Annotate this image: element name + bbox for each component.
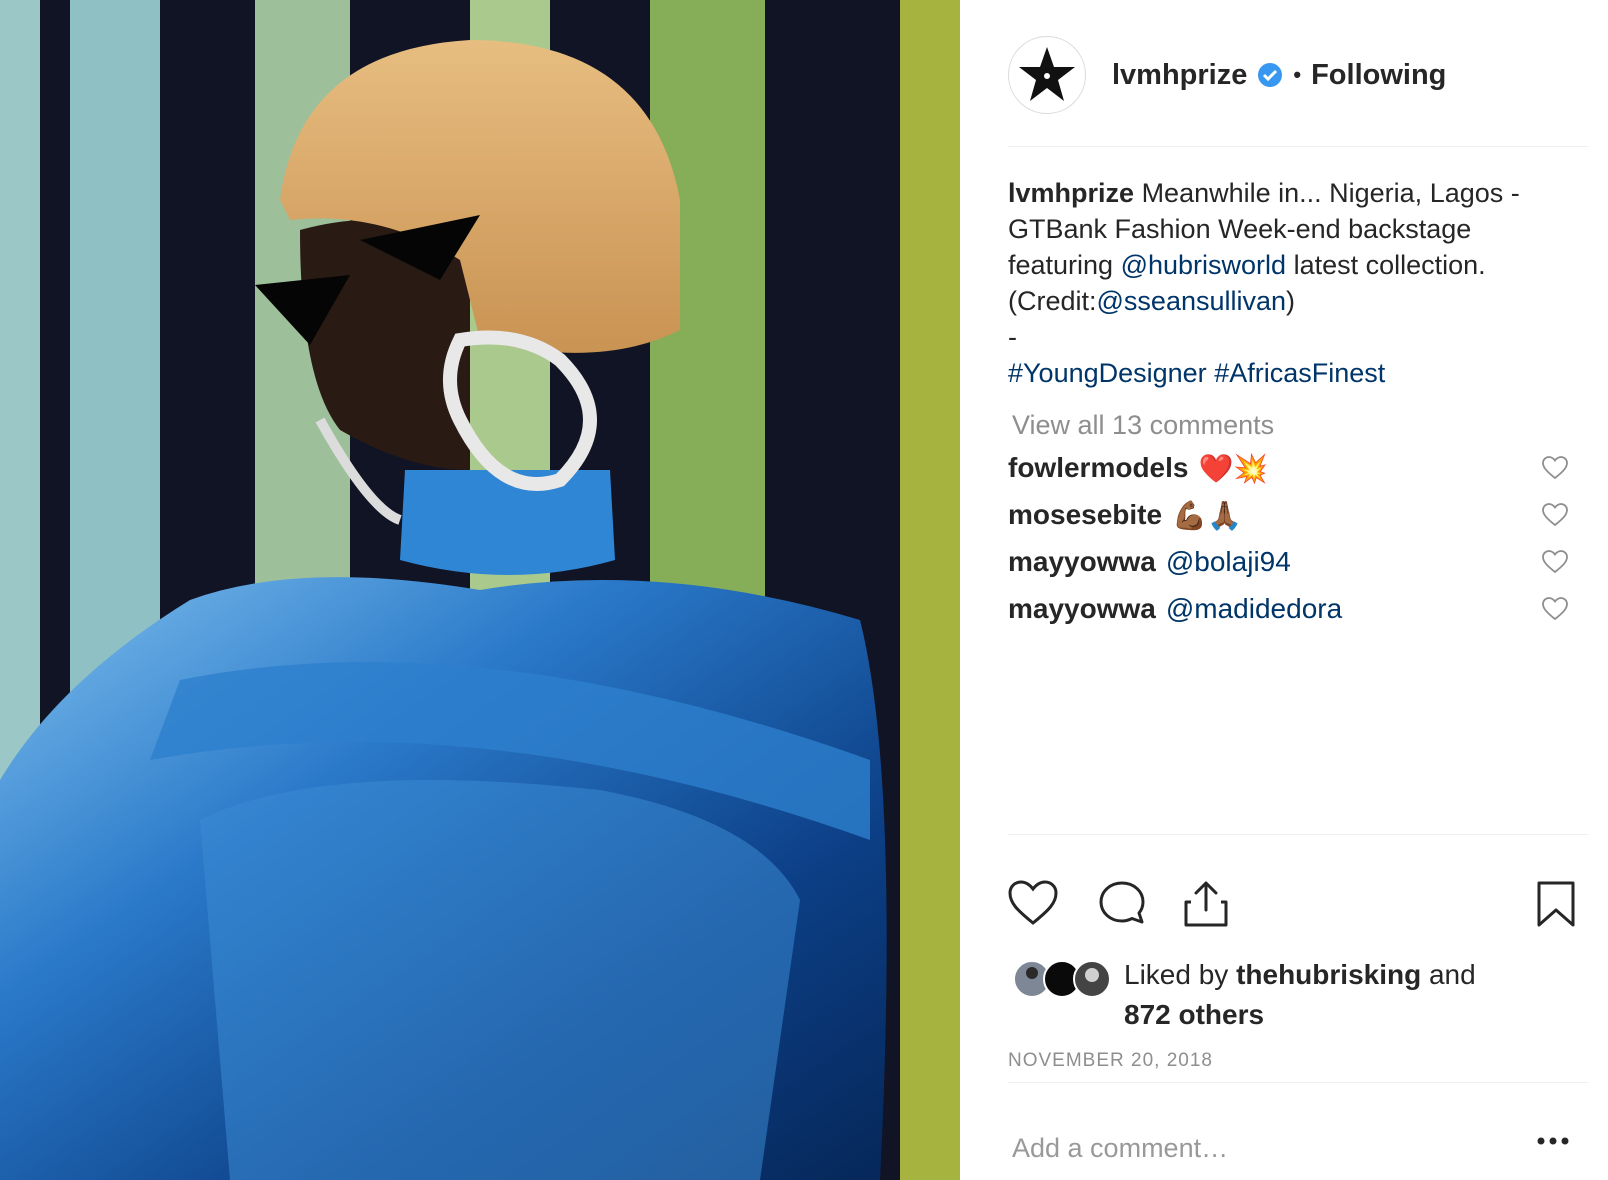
- actions-divider: [1008, 834, 1588, 835]
- comment-box-divider: [1008, 1082, 1588, 1083]
- comment-text: ❤️💥: [1198, 452, 1269, 484]
- comment-username[interactable]: mayyowwa: [1008, 593, 1156, 625]
- liker-avatars[interactable]: [1012, 959, 1112, 999]
- comment-like-heart-icon[interactable]: [1542, 597, 1568, 621]
- bookmark-icon[interactable]: [1536, 880, 1576, 928]
- comment-item: mosesebite 💪🏾🙏🏾: [1008, 495, 1568, 535]
- comment-mention[interactable]: @madidedora: [1166, 593, 1342, 625]
- comment-item: mayyowwa @bolaji94: [1008, 542, 1568, 582]
- comment-username[interactable]: mosesebite: [1008, 499, 1162, 531]
- hashtag-africasfinest[interactable]: #AfricasFinest: [1214, 358, 1385, 388]
- post-photo-illustration: [0, 0, 960, 1180]
- comment-username[interactable]: fowlermodels: [1008, 452, 1188, 484]
- post-date[interactable]: NOVEMBER 20, 2018: [1008, 1050, 1213, 1072]
- heart-icon[interactable]: [1008, 880, 1058, 926]
- header-username[interactable]: lvmhprize: [1112, 59, 1247, 92]
- comment-item: fowlermodels ❤️💥: [1008, 448, 1568, 488]
- more-icon[interactable]: [1536, 1136, 1570, 1146]
- liked-by-conj: and: [1428, 959, 1476, 990]
- post-caption: lvmhprize Meanwhile in... Nigeria, Lagos…: [1008, 175, 1568, 391]
- comment-like-heart-icon[interactable]: [1542, 456, 1568, 480]
- avatar[interactable]: [1008, 36, 1086, 114]
- comment-like-heart-icon[interactable]: [1542, 550, 1568, 574]
- star-logo-icon: [1019, 47, 1075, 101]
- caption-username[interactable]: lvmhprize: [1008, 178, 1134, 208]
- action-bar: [1008, 880, 1588, 940]
- liked-by-prefix: Liked by: [1124, 959, 1229, 990]
- verified-badge-icon: [1257, 62, 1283, 88]
- caption-dash: -: [1008, 322, 1017, 352]
- header-divider: [1008, 146, 1588, 147]
- add-comment-input[interactable]: Add a comment…: [1012, 1133, 1228, 1164]
- post-details-panel: lvmhprize • Following lvmhprize Meanwhil…: [960, 0, 1608, 1180]
- liked-by-username[interactable]: thehubrisking: [1236, 959, 1421, 990]
- comment-mention[interactable]: @bolaji94: [1166, 546, 1291, 578]
- liked-by-others[interactable]: 872 others: [1124, 999, 1264, 1030]
- comment-icon[interactable]: [1098, 880, 1146, 926]
- comment-username[interactable]: mayyowwa: [1008, 546, 1156, 578]
- hashtag-youngdesigner[interactable]: #YoungDesigner: [1008, 358, 1207, 388]
- following-button[interactable]: Following: [1311, 59, 1446, 92]
- comment-item: mayyowwa @madidedora: [1008, 589, 1568, 629]
- caption-mention-hubrisworld[interactable]: @hubrisworld: [1121, 250, 1286, 280]
- post-header: lvmhprize • Following: [1008, 30, 1568, 120]
- caption-text-3: ): [1286, 286, 1296, 316]
- post-image[interactable]: [0, 0, 960, 1180]
- separator-dot: •: [1293, 62, 1302, 87]
- view-all-comments-link[interactable]: View all 13 comments: [1012, 410, 1274, 441]
- comment-text: 💪🏾🙏🏾: [1172, 499, 1242, 531]
- comment-like-heart-icon[interactable]: [1542, 503, 1568, 527]
- share-icon[interactable]: [1183, 880, 1229, 928]
- caption-mention-sseansullivan[interactable]: @sseansullivan: [1097, 286, 1287, 316]
